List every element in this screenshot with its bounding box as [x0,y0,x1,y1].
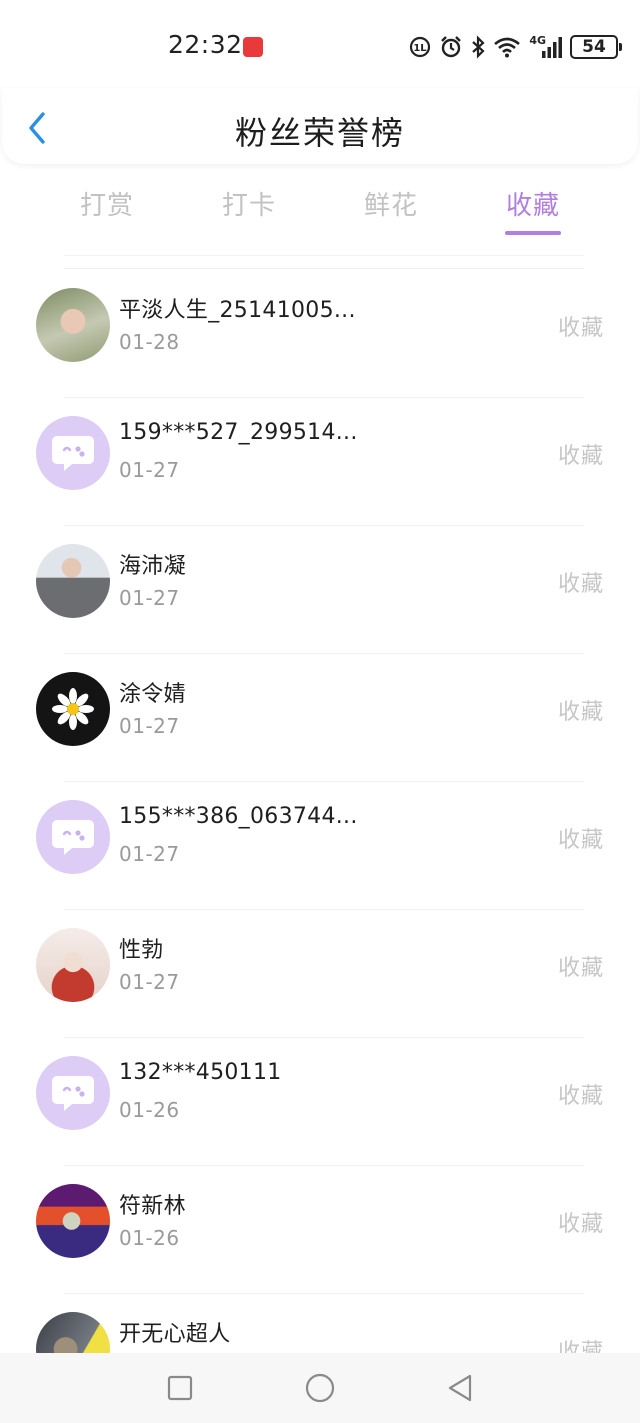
recent-apps-icon [167,1375,193,1401]
avatar[interactable] [36,672,110,746]
favorite-label: 收藏 [557,1340,604,1353]
signal-icon: 4G [529,33,562,58]
favorite-label: 收藏 [557,700,604,725]
status-bar: 22:32 1L 4G 54 [0,0,640,92]
back-icon [448,1374,472,1402]
tab-favorites[interactable]: 收藏 [462,180,604,240]
user-name: 涂令婧 [119,682,186,707]
user-name: 132***450111 [119,1060,282,1085]
page-title: 粉丝荣誉榜 [234,114,405,152]
network-type: 4G [529,33,546,47]
home-icon [305,1373,335,1403]
avatar[interactable] [36,928,110,1002]
list-item[interactable]: 155***386_063744... 01-27 收藏 [0,782,640,910]
back-nav-button[interactable] [438,1366,482,1410]
date: 01-26 [119,1226,180,1250]
active-tab-indicator [505,231,561,235]
favorite-label: 收藏 [557,572,604,597]
list-item[interactable]: 平淡人生_25141005... 01-28 收藏 [0,270,640,398]
list-item[interactable]: 符新林 01-26 收藏 [0,1166,640,1294]
recent-apps-button[interactable] [158,1366,202,1410]
list-item[interactable]: 开无心超人 收藏 [0,1294,640,1353]
avatar[interactable] [36,288,110,362]
favorite-label: 收藏 [557,1084,604,1109]
date: 01-28 [119,330,180,354]
tab-label: 打卡 [221,191,276,221]
tab-bar: 打赏 打卡 鲜花 收藏 [36,180,604,240]
battery-icon: 54 [570,35,622,59]
avatar[interactable] [36,1056,110,1130]
wifi-icon [493,36,521,58]
date: 01-27 [119,586,180,610]
chat-bubble-icon [52,1076,94,1111]
svg-text:1L: 1L [414,43,428,54]
list-item[interactable]: 涂令婧 01-27 收藏 [0,654,640,782]
tab-label: 收藏 [505,191,560,221]
avatar[interactable] [36,544,110,618]
battery-level: 54 [582,37,606,57]
list-item[interactable]: 159***527_299514... 01-27 收藏 [0,398,640,526]
tab-flowers[interactable]: 鲜花 [320,180,462,240]
list-item[interactable]: 海沛凝 01-27 收藏 [0,526,640,654]
system-nav-bar [0,1353,640,1423]
user-name: 开无心超人 [119,1322,231,1347]
chat-bubble-icon [52,820,94,855]
user-name: 159***527_299514... [119,420,358,445]
user-name: 符新林 [119,1194,186,1219]
tab-label: 打赏 [79,191,134,221]
hd-volte-icon: 1L [409,36,431,58]
alarm-icon [439,35,463,59]
favorite-label: 收藏 [557,316,604,341]
avatar[interactable] [36,800,110,874]
tab-checkin[interactable]: 打卡 [178,180,320,240]
date: 01-26 [119,1098,180,1122]
date: 01-27 [119,458,180,482]
favorite-label: 收藏 [557,956,604,981]
tab-tip[interactable]: 打赏 [36,180,178,240]
divider [64,255,584,256]
date: 01-27 [119,970,180,994]
list-item[interactable]: 132***450111 01-26 收藏 [0,1038,640,1166]
app-badge-icon [243,37,263,57]
user-name: 海沛凝 [119,554,186,579]
avatar[interactable] [36,1312,110,1353]
favorite-label: 收藏 [557,828,604,853]
header: 粉丝荣誉榜 [2,88,638,164]
daisy-icon [52,688,94,730]
avatar[interactable] [36,1184,110,1258]
avatar[interactable] [36,416,110,490]
home-button[interactable] [298,1366,342,1410]
favorite-label: 收藏 [557,444,604,469]
user-name: 155***386_063744... [119,804,358,829]
date: 01-27 [119,842,180,866]
list-item[interactable]: 性勃 01-27 收藏 [0,910,640,1038]
divider [64,268,584,269]
user-name: 平淡人生_25141005... [119,298,356,323]
date: 01-27 [119,714,180,738]
status-time: 22:32 [168,30,243,59]
tab-label: 鲜花 [363,191,418,221]
status-icons: 1L 4G 54 [409,32,622,62]
user-name: 性勃 [119,938,164,963]
bluetooth-icon [471,35,485,59]
chat-bubble-icon [52,436,94,471]
fan-list[interactable]: 平淡人生_25141005... 01-28 收藏 159***527_2995… [0,270,640,1353]
favorite-label: 收藏 [557,1212,604,1237]
